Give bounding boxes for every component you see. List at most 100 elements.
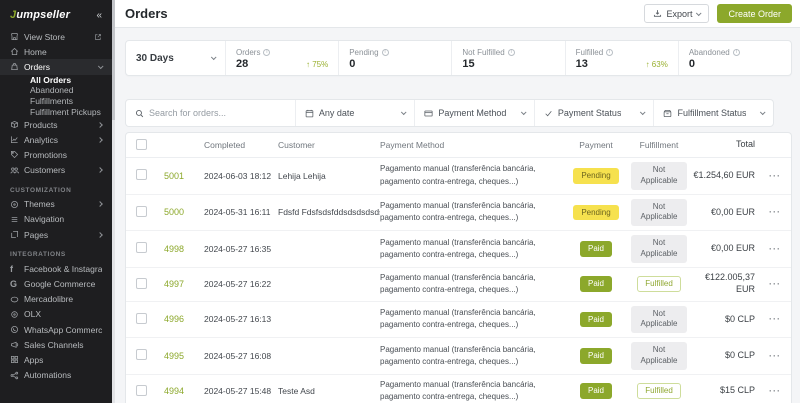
stat-label: Fulfilled (575, 47, 604, 57)
row-menu-button[interactable]: ··· (755, 171, 781, 181)
info-icon[interactable]: i (381, 48, 389, 56)
sidebar-item-navigation[interactable]: Navigation (0, 212, 112, 227)
row-checkbox[interactable] (136, 169, 147, 181)
sidebar-item-automations[interactable]: Automations (0, 368, 112, 383)
row-checkbox[interactable] (136, 242, 147, 254)
home-icon (10, 47, 24, 56)
info-icon[interactable]: i (263, 48, 271, 56)
fulfillment-status-badge: Not Applicable (631, 305, 687, 334)
payment-status-badge: Paid (579, 241, 612, 257)
row-checkbox[interactable] (136, 205, 147, 217)
column-header-payment[interactable]: Payment (567, 140, 625, 150)
order-customer: Teste Asd (278, 386, 315, 397)
search-input[interactable] (149, 108, 286, 118)
sidebar-item-pages[interactable]: Pages (0, 227, 112, 242)
chevron-right-icon (97, 136, 103, 143)
payment-status-badge: Pending (573, 168, 619, 184)
order-number-link[interactable]: 4994 (164, 386, 204, 396)
filter-dropdown[interactable]: Fulfillment Status (653, 100, 773, 126)
storefront-icon (10, 32, 24, 41)
order-payment-method: Pagamento manual (transferência bancária… (380, 344, 536, 366)
row-menu-button[interactable]: ··· (755, 386, 781, 396)
row-menu-button[interactable]: ··· (755, 244, 781, 254)
chevron-right-icon (97, 231, 103, 238)
column-header-completed[interactable]: Completed (204, 140, 278, 150)
order-total: €0,00 EUR (710, 243, 755, 254)
row-menu-button[interactable]: ··· (755, 207, 781, 217)
chevron-down-icon (520, 109, 527, 116)
order-row: 4997 2024-05-27 16:22 Pagamento manual (… (126, 268, 791, 302)
column-header-customer[interactable]: Customer (278, 140, 380, 150)
sidebar-item-apps[interactable]: Apps (0, 352, 112, 367)
create-order-button[interactable]: Create Order (717, 4, 792, 23)
sidebar-item-home[interactable]: Home (0, 44, 112, 59)
row-checkbox[interactable] (136, 384, 147, 396)
filter-dropdown[interactable]: Any date (294, 100, 415, 126)
sidebar-collapse-icon[interactable]: « (96, 10, 102, 21)
order-completed-date: 2024-05-27 16:08 (204, 350, 272, 361)
chevron-down-icon (401, 109, 407, 116)
filter-dropdown[interactable]: Payment Method (414, 100, 534, 126)
row-checkbox[interactable] (136, 349, 147, 361)
sidebar-item-analytics[interactable]: Analytics (0, 132, 112, 147)
stat-card: Not Fulfilled i 15 (452, 41, 566, 75)
order-number-link[interactable]: 4998 (164, 244, 204, 254)
info-icon[interactable]: i (606, 48, 614, 56)
order-number-link[interactable]: 4997 (164, 279, 204, 289)
row-checkbox[interactable] (136, 277, 147, 289)
column-header-fulfillment[interactable]: Fulfillment (625, 140, 693, 150)
order-completed-date: 2024-05-27 16:35 (204, 243, 272, 254)
sidebar-item-fulfillments[interactable]: Fulfillments (0, 96, 112, 107)
google-icon: G (10, 279, 18, 290)
order-customer: Fdsfd Fdsfsdsfddsdsdsdsdsds (278, 207, 380, 218)
fulfillment-status-badge: Fulfilled (637, 383, 681, 399)
shopping-bag-icon (10, 62, 24, 71)
sidebar-item-customers[interactable]: Customers (0, 163, 112, 178)
sidebar-item-mercadolibre[interactable]: Mercadolibre (0, 292, 112, 307)
payment-status-badge: Paid (579, 348, 612, 364)
whatsapp-icon (10, 325, 24, 334)
row-checkbox[interactable] (136, 312, 147, 324)
stats-bar: 30 Days Orders i 28 ↑ 75% Pending i 0 No… (125, 40, 792, 76)
chevron-right-icon (97, 201, 103, 208)
chevron-right-icon (97, 167, 103, 173)
search-box[interactable] (126, 100, 295, 126)
order-number-link[interactable]: 5000 (164, 207, 204, 217)
sidebar-item-themes[interactable]: Themes (0, 197, 112, 212)
info-icon[interactable]: i (507, 48, 515, 56)
order-number-link[interactable]: 5001 (164, 171, 204, 181)
export-button[interactable]: Export (644, 4, 710, 23)
order-customer: Lehija Lehija (278, 170, 326, 181)
row-menu-button[interactable]: ··· (755, 314, 781, 324)
sidebar-item-promotions[interactable]: Promotions (0, 147, 112, 162)
chevron-down-icon (759, 109, 766, 116)
sidebar-item-products[interactable]: Products (0, 117, 112, 132)
select-all-checkbox[interactable] (136, 138, 147, 150)
filter-dropdown[interactable]: Payment Status (533, 100, 654, 126)
palette-icon (10, 200, 24, 209)
sidebar-item-whatsapp-commerce[interactable]: WhatsApp Commerce (0, 322, 112, 337)
sidebar-item-google-commerce[interactable]: G Google Commerce (0, 276, 112, 291)
order-number-link[interactable]: 4996 (164, 314, 204, 324)
stat-label: Pending (349, 47, 379, 57)
mercadolibre-icon (10, 295, 24, 304)
sidebar-item-fulfillment-pickups[interactable]: Fulfillment Pickups (0, 106, 112, 117)
row-menu-button[interactable]: ··· (755, 279, 781, 289)
row-menu-button[interactable]: ··· (755, 351, 781, 361)
sidebar-item-label: Orders (24, 61, 50, 72)
sidebar-item-orders[interactable]: Orders (0, 59, 112, 75)
jumpseller-logo: Jumpseller (10, 9, 71, 21)
sidebar-item-label: Products (24, 119, 58, 130)
column-header-payment-method[interactable]: Payment Method (380, 140, 567, 150)
sidebar-item-sales-channels[interactable]: Sales Channels (0, 337, 112, 352)
sidebar-item-view-store[interactable]: View Store (0, 29, 112, 44)
payment-status-badge: Pending (573, 204, 619, 221)
sidebar-item-facebook-instagram[interactable]: f Facebook & Instagram (0, 261, 112, 276)
order-number-link[interactable]: 4995 (164, 351, 204, 361)
period-selector[interactable]: 30 Days (126, 41, 226, 75)
column-header-total[interactable]: Total (693, 139, 755, 151)
sidebar-item-abandoned[interactable]: Abandoned (0, 85, 112, 96)
info-icon[interactable]: i (732, 48, 740, 56)
sidebar-item-olx[interactable]: OLX (0, 307, 112, 322)
sidebar-item-all-orders[interactable]: All Orders (0, 75, 112, 86)
